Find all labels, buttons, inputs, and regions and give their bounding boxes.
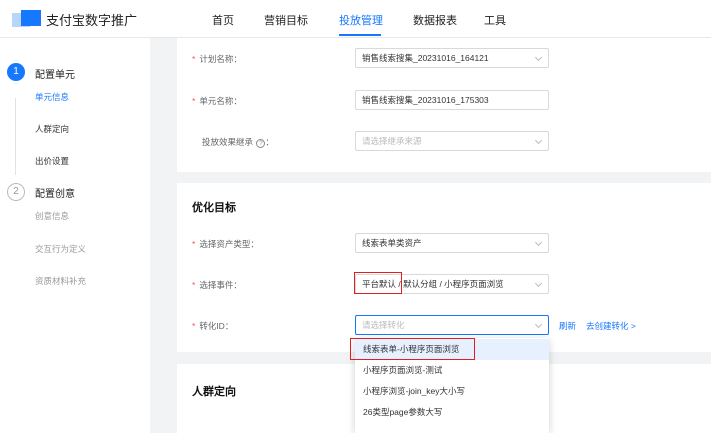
- top-nav: 支付宝数字推广 首页 营销目标 投放管理 数据报表 工具: [0, 0, 711, 38]
- optimize-title: 优化目标: [192, 202, 236, 214]
- nav-active-indicator: [339, 34, 381, 36]
- nav-data-report[interactable]: 数据报表: [413, 12, 457, 28]
- asset-type-label: * 选择资产类型：: [192, 239, 259, 249]
- sidebar-item-unit-info[interactable]: 单元信息: [35, 91, 69, 103]
- event-highlight-box: [354, 272, 402, 294]
- sidebar-item-creative-info[interactable]: 创意信息: [35, 210, 69, 222]
- conversion-option[interactable]: 小程序浏览-join_key大小写: [355, 381, 549, 402]
- conversion-label: * 转化ID：: [192, 321, 234, 331]
- plan-name-select[interactable]: 销售线索搜集_20231016_164121: [355, 48, 549, 68]
- refresh-link[interactable]: 刷新: [559, 320, 576, 332]
- sidebar-item-audience[interactable]: 人群定向: [35, 123, 69, 135]
- plan-name-label: * 计划名称：: [192, 54, 242, 64]
- brand-logo-icon: [12, 10, 42, 28]
- sidebar-item-interaction[interactable]: 交互行为定义: [35, 243, 86, 255]
- option-highlight-box: [350, 338, 475, 360]
- nav-home[interactable]: 首页: [212, 12, 234, 28]
- nav-tools[interactable]: 工具: [484, 12, 506, 28]
- sidebar: [0, 38, 150, 433]
- asset-type-select[interactable]: 线索表单类资产: [355, 233, 549, 253]
- conversion-option[interactable]: 小程序页面浏览-测试: [355, 360, 549, 381]
- conversion-option[interactable]: 26类型page参数大写: [355, 402, 549, 423]
- step-2-badge: 2: [7, 183, 25, 201]
- sidebar-item-qualification[interactable]: 资质材料补充: [35, 275, 86, 287]
- step-2-title[interactable]: 配置创意: [35, 185, 75, 200]
- nav-marketing-goal[interactable]: 营销目标: [264, 12, 308, 28]
- event-label: * 选择事件：: [192, 280, 242, 290]
- effect-relay-label: 投放效果继承 ?：: [202, 137, 274, 148]
- nav-ad-management[interactable]: 投放管理: [339, 12, 383, 28]
- audience-title: 人群定向: [192, 386, 236, 398]
- conversion-select[interactable]: 请选择转化: [355, 315, 549, 335]
- step-1-title[interactable]: 配置单元: [35, 66, 75, 81]
- unit-name-label: * 单元名称：: [192, 96, 242, 106]
- chevron-down-icon: [534, 136, 543, 145]
- chevron-down-icon: [534, 279, 543, 288]
- chevron-down-icon: [534, 320, 543, 329]
- chevron-down-icon: [534, 238, 543, 247]
- create-conversion-link[interactable]: 去创建转化 >: [586, 320, 636, 332]
- sidebar-item-bid[interactable]: 出价设置: [35, 155, 69, 167]
- chevron-down-icon: [534, 53, 543, 62]
- unit-name-input[interactable]: 销售线索搜集_20231016_175303: [355, 90, 549, 110]
- brand-name: 支付宝数字推广: [46, 13, 138, 28]
- step-1-badge: 1: [7, 63, 25, 81]
- step-connector: [15, 98, 16, 175]
- effect-relay-select[interactable]: 请选择继承来源: [355, 131, 549, 151]
